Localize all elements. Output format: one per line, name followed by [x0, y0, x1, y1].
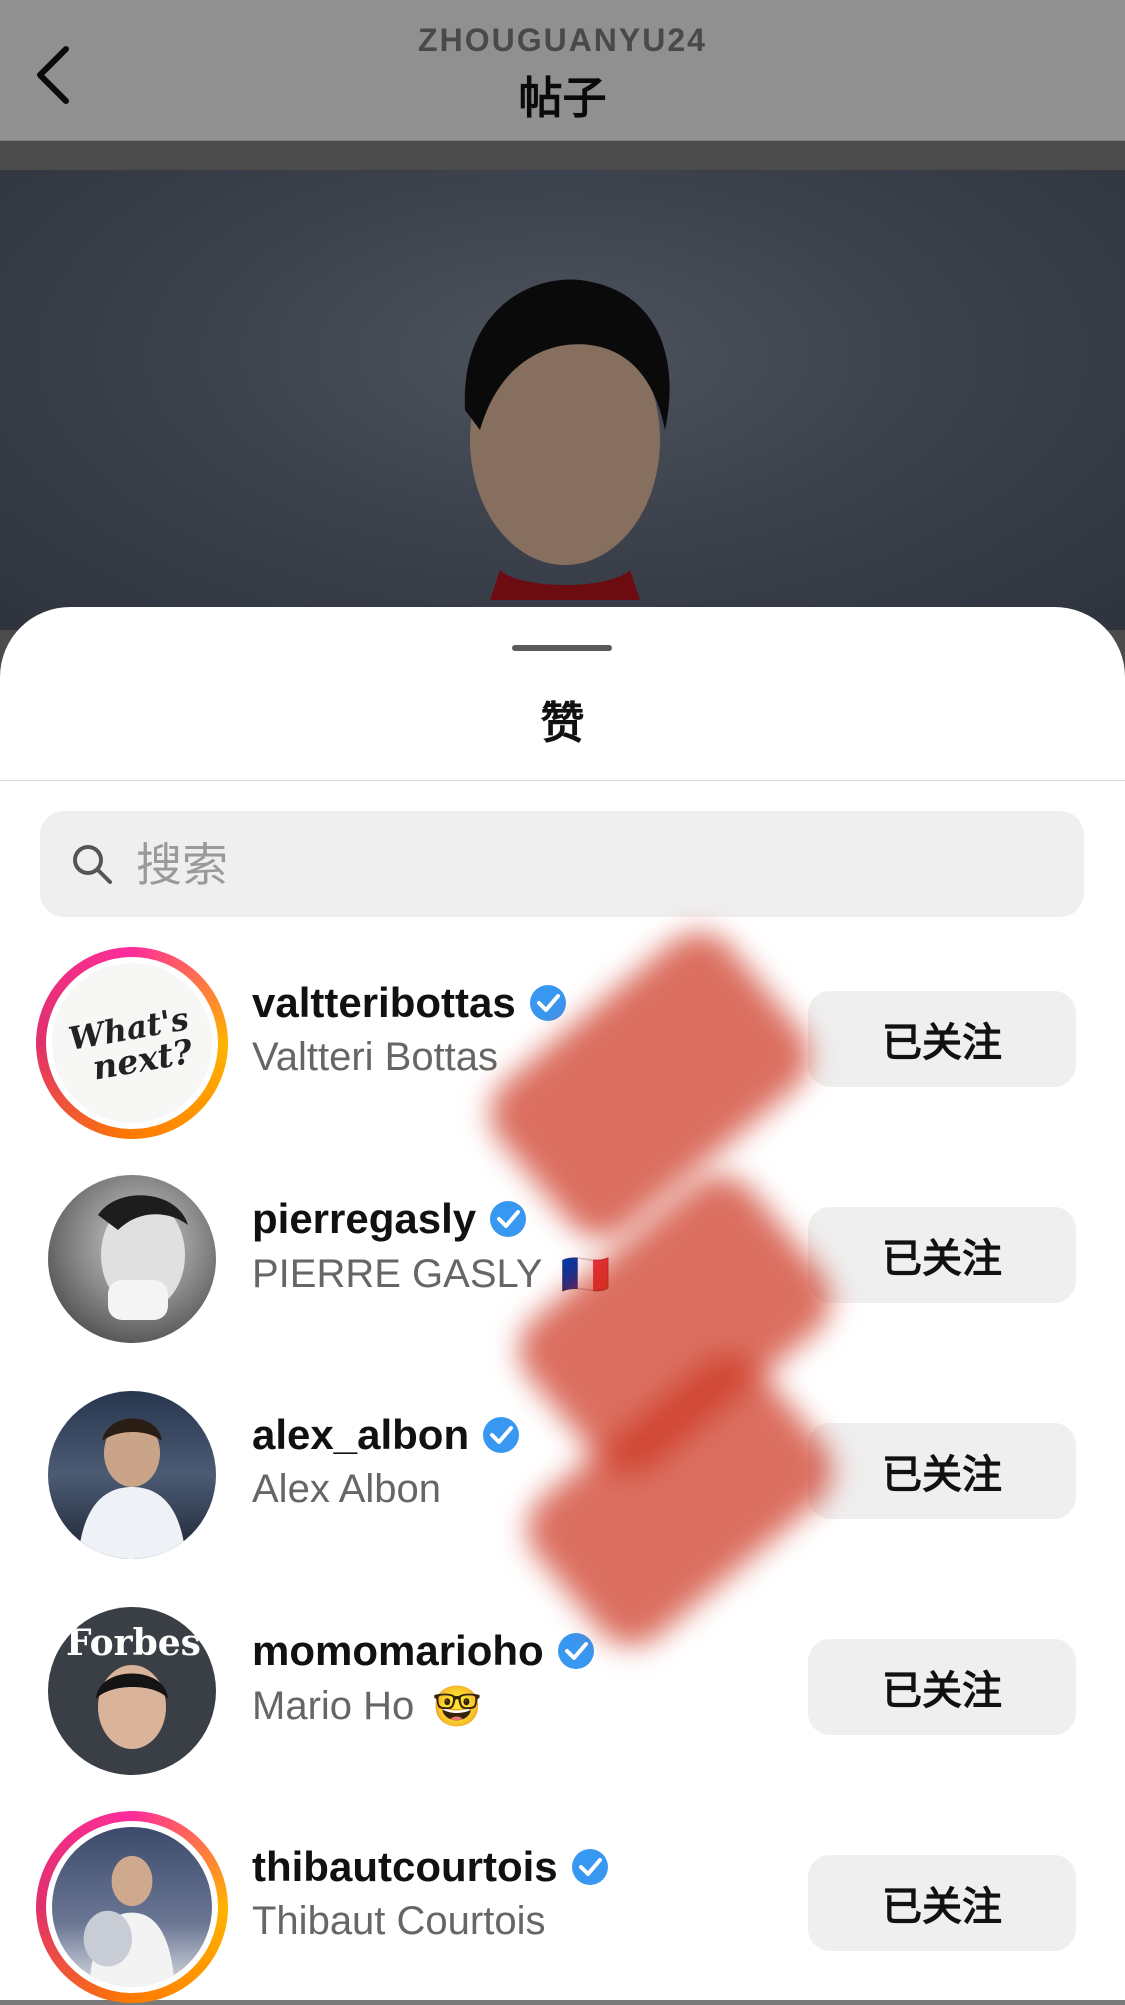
verified-badge-icon: [490, 1201, 527, 1237]
profile-photo: [83, 1855, 175, 1987]
avatar[interactable]: Forbes: [36, 1595, 228, 1787]
username[interactable]: momomarioho: [252, 1627, 596, 1675]
search-input[interactable]: [134, 829, 1038, 901]
avatar[interactable]: [36, 1811, 228, 2003]
avatar[interactable]: [36, 1379, 228, 1571]
search-bar[interactable]: [40, 811, 1084, 917]
following-button[interactable]: 已关注: [808, 1423, 1076, 1519]
username[interactable]: valtteribottas: [252, 979, 568, 1027]
list-item[interactable]: Forbes momomarioho Mario Ho 🤓 已关注: [0, 1573, 1125, 1789]
full-name: PIERRE GASLY 🇫🇷: [252, 1251, 610, 1298]
following-button[interactable]: 已关注: [808, 1207, 1076, 1303]
sheet-drag-handle[interactable]: [512, 645, 612, 651]
search-icon: [73, 845, 112, 884]
following-button[interactable]: 已关注: [808, 1639, 1076, 1735]
avatar[interactable]: [36, 1163, 228, 1355]
following-button[interactable]: 已关注: [808, 991, 1076, 1087]
whats-next-logo: What's next?: [66, 1000, 196, 1087]
sheet-title: 赞: [540, 699, 585, 748]
list-item[interactable]: thibautcourtois Thibaut Courtois 已关注: [0, 1789, 1125, 2005]
full-name: Mario Ho 🤓: [252, 1684, 483, 1729]
verified-badge-icon: [557, 1633, 594, 1669]
username[interactable]: alex_albon: [252, 1411, 521, 1459]
full-name: Valtteri Bottas: [252, 1035, 499, 1079]
verified-badge-icon: [483, 1417, 520, 1453]
following-button[interactable]: 已关注: [808, 1855, 1076, 1951]
forbes-cover-photo: Forbes: [66, 1622, 201, 1749]
full-name: Thibaut Courtois: [252, 1899, 546, 1943]
svg-text:Forbes: Forbes: [66, 1622, 201, 1664]
verified-badge-icon: [571, 1849, 608, 1885]
username[interactable]: pierregasly: [252, 1195, 528, 1243]
verified-badge-icon: [529, 985, 566, 1021]
profile-photo: [98, 1195, 188, 1320]
username[interactable]: thibautcourtois: [252, 1843, 610, 1891]
divider: [0, 780, 1125, 781]
avatar[interactable]: What's next?: [36, 947, 228, 1139]
nerd-face-emoji: 🤓: [432, 1685, 483, 1729]
full-name: Alex Albon: [252, 1467, 442, 1511]
profile-photo: [78, 1418, 186, 1559]
